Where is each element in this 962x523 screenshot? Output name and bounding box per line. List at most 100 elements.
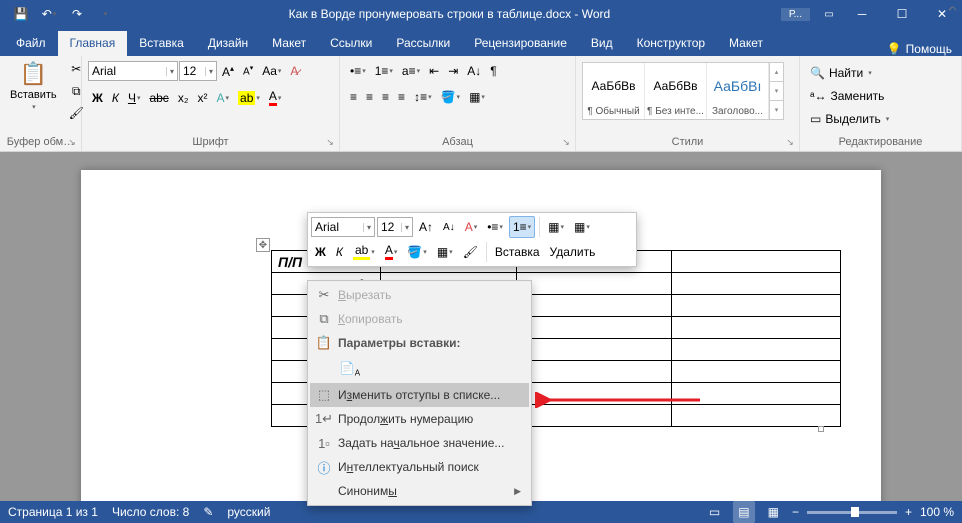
align-right-button[interactable]: ≡ (378, 86, 393, 108)
paste-option-text-only[interactable]: 📄A (338, 357, 362, 381)
replace-button[interactable]: ᵃ↔Заменить (806, 85, 955, 107)
bullets-button[interactable]: •≡▾ (346, 60, 370, 82)
status-spellcheck[interactable]: ✎ (203, 505, 213, 519)
tab-review[interactable]: Рецензирование (462, 31, 579, 56)
menu-smart-lookup[interactable]: ⓘ Интеллектуальный поиск (310, 455, 529, 479)
shrink-font-button[interactable]: A▾ (239, 60, 257, 82)
increase-indent-button[interactable]: ⇥ (444, 60, 462, 82)
change-case-button[interactable]: Aa▾ (258, 60, 285, 82)
save-button[interactable]: 💾 (8, 2, 34, 26)
view-print-layout[interactable]: ▤ (733, 501, 754, 523)
style-no-spacing[interactable]: АаБбВв ¶ Без инте... (645, 63, 707, 119)
font-size-selector[interactable]: 12▾ (179, 61, 217, 81)
tab-mailings[interactable]: Рассылки (384, 31, 462, 56)
zoom-in-button[interactable]: + (905, 505, 912, 519)
select-button[interactable]: ▭Выделить▾ (806, 108, 955, 130)
underline-button[interactable]: Ч▾ (124, 87, 145, 109)
grow-font-button[interactable]: A▴ (218, 60, 238, 82)
mini-bullets[interactable]: •≡▾ (483, 216, 507, 238)
mini-shrink-font[interactable]: A↓ (439, 216, 459, 238)
strikethrough-button[interactable]: abc (145, 87, 172, 109)
mini-shading[interactable]: 🪣▾ (403, 241, 430, 263)
subscript-button[interactable]: x₂ (174, 87, 193, 109)
text-effects-button[interactable]: A▾ (212, 87, 233, 109)
paragraph-launcher[interactable]: ↘ (560, 136, 572, 148)
clear-formatting-button[interactable]: A̷ (286, 60, 302, 82)
menu-synonyms[interactable]: Синонимы ▶ (310, 479, 529, 503)
align-left-button[interactable]: ≡ (346, 86, 361, 108)
mini-bold[interactable]: Ж (311, 241, 330, 263)
mini-italic[interactable]: К (332, 241, 347, 263)
mini-styles[interactable]: A▾ (461, 216, 482, 238)
tab-table-design[interactable]: Конструктор (625, 31, 717, 56)
menu-continue-numbering[interactable]: 1↵ Продолжить нумерацию (310, 407, 529, 431)
tab-layout[interactable]: Макет (260, 31, 318, 56)
zoom-slider-thumb[interactable] (851, 507, 859, 517)
status-word-count[interactable]: Число слов: 8 (112, 505, 189, 519)
tab-view[interactable]: Вид (579, 31, 625, 56)
tell-me[interactable]: 💡Помощь (877, 42, 962, 56)
multilevel-button[interactable]: a≡▾ (398, 60, 424, 82)
align-center-button[interactable]: ≡ (362, 86, 377, 108)
view-web-layout[interactable]: ▦ (763, 501, 784, 523)
status-language[interactable]: русский (227, 505, 270, 519)
paste-button[interactable]: 📋 Вставить ▾ (4, 58, 63, 114)
mini-borders[interactable]: ▦▾ (433, 241, 457, 263)
minimize-button[interactable]: ─ (842, 0, 882, 28)
zoom-slider[interactable] (807, 511, 897, 514)
tab-insert[interactable]: Вставка (127, 31, 196, 56)
zoom-out-button[interactable]: − (792, 505, 799, 519)
style-heading1[interactable]: АаБбВı Заголово... (707, 63, 769, 119)
font-name-selector[interactable]: Arial▾ (88, 61, 178, 81)
tab-design[interactable]: Дизайн (196, 31, 260, 56)
gallery-down-button[interactable]: ▾ (770, 82, 783, 101)
gallery-up-button[interactable]: ▴ (770, 63, 783, 82)
menu-set-numbering-value[interactable]: 1▫ Задать начальное значение... (310, 431, 529, 455)
style-normal[interactable]: АаБбВв ¶ Обычный (583, 63, 645, 119)
maximize-button[interactable]: ☐ (882, 0, 922, 28)
mini-insert-button[interactable]: Вставка (491, 241, 544, 263)
view-read-mode[interactable]: ▭ (704, 501, 725, 523)
collapse-ribbon-button[interactable]: ᨈ (949, 2, 958, 15)
italic-button[interactable]: К (108, 87, 123, 109)
highlight-button[interactable]: ab▾ (234, 87, 264, 109)
mini-underline[interactable]: ab▾ (349, 240, 379, 263)
sort-button[interactable]: A↓ (463, 60, 485, 82)
mini-font-color[interactable]: A▾ (381, 240, 402, 263)
table-resize-handle[interactable] (818, 426, 824, 432)
font-launcher[interactable]: ↘ (324, 136, 336, 148)
zoom-level[interactable]: 100 % (920, 505, 954, 519)
menu-adjust-list-indents[interactable]: ⬚ Изменить отступы в списке... (310, 383, 529, 407)
shading-button[interactable]: 🪣▾ (437, 86, 464, 108)
tab-table-layout[interactable]: Макет (717, 31, 775, 56)
mini-grow-font[interactable]: A↑ (415, 216, 437, 238)
qat-customize-button[interactable]: ▾ (92, 2, 118, 26)
superscript-button[interactable]: x² (193, 87, 211, 109)
mini-delete-button[interactable]: Удалить (546, 241, 600, 263)
tab-references[interactable]: Ссылки (318, 31, 384, 56)
font-color-button[interactable]: A▾ (265, 86, 286, 109)
gallery-more-button[interactable]: ▾ (770, 101, 783, 119)
numbering-button[interactable]: 1≡▾ (371, 60, 397, 82)
show-hide-button[interactable]: ¶ (486, 60, 500, 82)
mini-font-name[interactable]: Arial▾ (311, 217, 375, 237)
undo-button[interactable]: ↶▾ (36, 2, 62, 26)
mini-table-styles[interactable]: ▦▾ (544, 216, 568, 238)
clipboard-launcher[interactable]: ↘ (66, 136, 78, 148)
table-move-handle[interactable]: ✥ (256, 238, 270, 252)
mini-table-new[interactable]: ▦▾ (570, 216, 594, 238)
mini-numbering[interactable]: 1≡▾ (509, 216, 535, 238)
justify-button[interactable]: ≡ (394, 86, 409, 108)
status-page[interactable]: Страница 1 из 1 (8, 505, 98, 519)
decrease-indent-button[interactable]: ⇤ (425, 60, 443, 82)
mini-format-painter[interactable]: 🖌 (459, 241, 482, 263)
tab-home[interactable]: Главная (58, 31, 128, 56)
mini-font-size[interactable]: 12▾ (377, 217, 413, 237)
line-spacing-button[interactable]: ↕≡▾ (410, 86, 436, 108)
styles-launcher[interactable]: ↘ (784, 136, 796, 148)
tab-file[interactable]: Файл (4, 31, 58, 56)
find-button[interactable]: 🔍Найти▾ (806, 62, 955, 84)
bold-button[interactable]: Ж (88, 87, 107, 109)
borders-button[interactable]: ▦▾ (465, 86, 489, 108)
redo-button[interactable]: ↷ (64, 2, 90, 26)
